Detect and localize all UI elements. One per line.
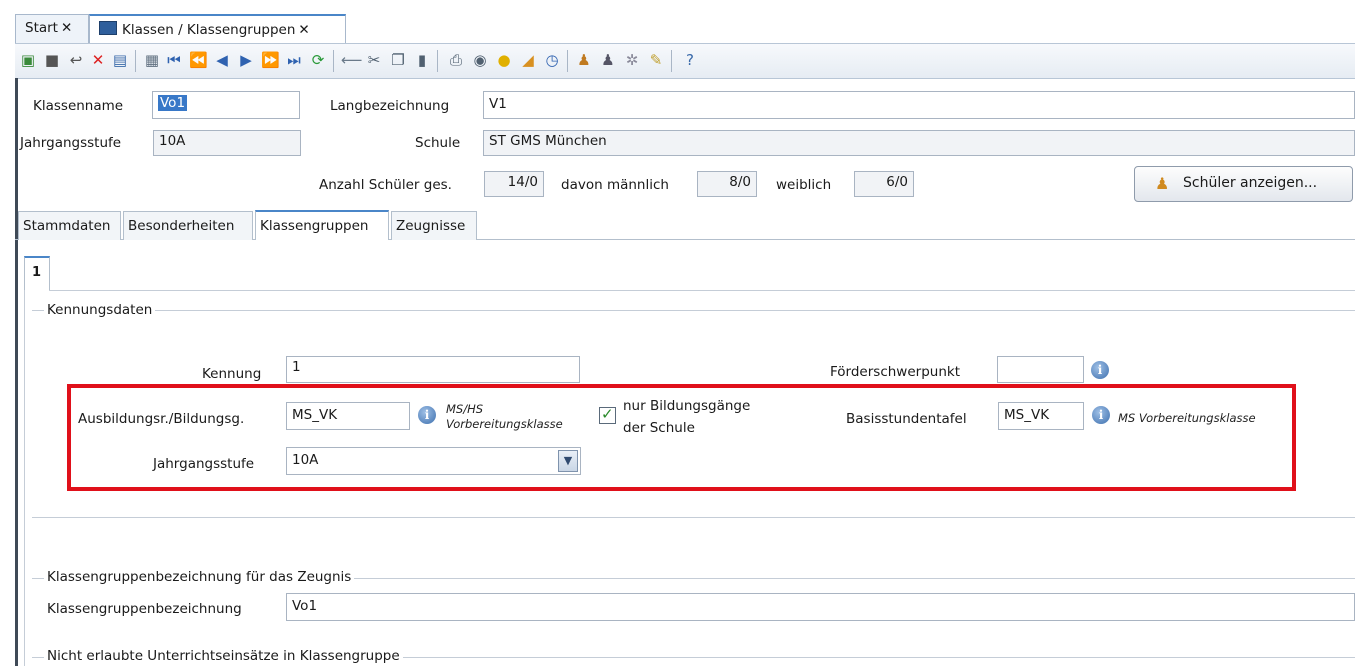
zeugnis-section-title: Klassengruppenbezeichnung für das Zeugni… — [44, 569, 355, 585]
maennlich-label: davon männlich — [561, 177, 669, 193]
jahrgang-label: Jahrgangsstufe — [153, 456, 255, 472]
group-left-border — [24, 290, 25, 666]
jahrgang-label: Jahrgangsstufe — [20, 135, 122, 151]
close-icon[interactable]: ✕ — [298, 22, 309, 38]
foerder-field[interactable] — [997, 356, 1084, 383]
klassenname-value: Vo1 — [158, 95, 188, 111]
weiblich-label: weiblich — [776, 177, 832, 193]
ausbildung-note-line1: MS/HS — [446, 402, 484, 416]
tab-start[interactable]: Start ✕ — [15, 14, 89, 43]
schule-label: Schule — [415, 135, 461, 151]
weiblich-field: 6/0 — [854, 171, 914, 197]
cut-icon[interactable]: ✂ — [365, 51, 383, 69]
close-icon[interactable]: ✕ — [61, 20, 72, 36]
anzahl-label: Anzahl Schüler ges. — [319, 177, 452, 193]
nicht-erlaubt-section-title: Nicht erlaubte Unterrichtseinsätze in Kl… — [44, 648, 403, 664]
fast-forward-icon[interactable]: ⏩ — [261, 51, 280, 69]
next-icon[interactable]: ▶ — [237, 51, 255, 69]
tab-klassengruppen[interactable]: Klassengruppen — [255, 210, 389, 240]
schueler-anzeigen-button[interactable]: ♟ Schüler anzeigen... — [1134, 166, 1353, 202]
ausbildung-field[interactable]: MS_VK — [286, 402, 410, 430]
last-icon[interactable]: ⏭ — [285, 51, 303, 69]
tab-zeugnisse[interactable]: Zeugnisse — [391, 211, 477, 240]
foerder-label: Förderschwerpunkt — [830, 364, 960, 380]
langbez-label: Langbezeichnung — [330, 98, 450, 114]
first-icon[interactable]: ⏮ — [165, 51, 183, 69]
kennung-field[interactable]: 1 — [286, 356, 580, 383]
users-icon: ♟ — [1155, 174, 1170, 193]
copy-record-icon[interactable]: ▦ — [143, 51, 161, 69]
tab-besonderheiten[interactable]: Besonderheiten — [123, 211, 253, 240]
fast-back-icon[interactable]: ⏪ — [189, 51, 208, 69]
window-icon — [99, 21, 117, 35]
kennung-label: Kennung — [202, 366, 262, 382]
ausbildung-note-line2: Vorbereitungsklasse — [446, 417, 563, 431]
group-tab-line — [49, 290, 1355, 291]
lightbulb-icon[interactable]: ● — [495, 51, 513, 69]
tab-klassen[interactable]: Klassen / Klassengruppen ✕ — [89, 14, 346, 43]
info-icon[interactable]: i — [418, 406, 436, 424]
zeugnis-label: Klassengruppenbezeichnung — [47, 601, 242, 617]
basis-note: MS Vorbereitungsklasse — [1118, 411, 1256, 425]
properties-icon[interactable]: ▤ — [111, 51, 129, 69]
settings-icon[interactable]: ✲ — [623, 51, 641, 69]
tab-start-label: Start — [25, 20, 58, 36]
prev-icon[interactable]: ◀ — [213, 51, 231, 69]
new-icon[interactable]: ▣ — [19, 51, 37, 69]
eraser-icon[interactable]: ◢ — [519, 51, 537, 69]
info-icon[interactable]: i — [1092, 406, 1110, 424]
undo-icon[interactable]: ↩ — [67, 51, 85, 69]
checkmark-icon: ✓ — [601, 405, 614, 423]
copy-icon[interactable]: ❐ — [389, 51, 407, 69]
delete-icon[interactable]: ✕ — [89, 51, 107, 69]
kennung-section-title: Kennungsdaten — [44, 302, 156, 318]
user-group-icon[interactable]: ♟ — [599, 51, 617, 69]
checkbox-label-line2: der Schule — [623, 420, 695, 436]
tab-stammdaten[interactable]: Stammdaten — [18, 211, 121, 240]
schueler-anzeigen-label: Schüler anzeigen... — [1183, 175, 1318, 191]
toolbar: ▣ ■ ↩ ✕ ▤ ▦ ⏮ ⏪ ◀ ▶ ⏩ ⏭ ⟳ ⟵ ✂ ❐ ▮ ⎙ ◉ ● … — [15, 43, 1355, 79]
save-icon[interactable]: ■ — [43, 51, 61, 69]
kennung-divider — [32, 310, 1355, 311]
group-tab-1[interactable]: 1 — [24, 256, 50, 290]
anzahl-field: 14/0 — [484, 171, 544, 197]
basis-field[interactable]: MS_VK — [998, 402, 1084, 430]
tab-klassen-label: Klassen / Klassengruppen — [122, 22, 296, 38]
timer-icon[interactable]: ◷ — [543, 51, 561, 69]
paste-icon[interactable]: ▮ — [413, 51, 431, 69]
ausbildung-label: Ausbildungsr./Bildungsg. — [78, 411, 245, 427]
langbez-field[interactable]: V1 — [483, 91, 1355, 119]
chevron-down-icon[interactable]: ▼ — [558, 450, 578, 472]
klassenname-field[interactable]: Vo1 — [152, 91, 300, 119]
back-arrow-icon[interactable]: ⟵ — [341, 51, 363, 69]
jahrgang-select-value: 10A — [292, 452, 319, 468]
zeugnis-field[interactable]: Vo1 — [286, 593, 1355, 621]
basis-label: Basisstundentafel — [846, 411, 967, 427]
jahrgang-field[interactable]: 10A — [153, 130, 301, 156]
left-border — [15, 78, 18, 666]
print-icon[interactable]: ⎙ — [447, 51, 465, 69]
users-icon[interactable]: ♟ — [575, 51, 593, 69]
schule-field[interactable]: ST GMS München — [483, 130, 1355, 156]
refresh-icon[interactable]: ⟳ — [309, 51, 327, 69]
preview-icon[interactable]: ◉ — [471, 51, 489, 69]
jahrgang-select[interactable]: 10A ▼ — [286, 447, 581, 475]
checkbox-label-line1: nur Bildungsgänge — [623, 398, 751, 414]
bildungsgaenge-checkbox[interactable]: ✓ — [599, 405, 616, 424]
maennlich-field: 8/0 — [697, 171, 757, 197]
klassenname-label: Klassenname — [33, 98, 124, 114]
section-divider — [32, 517, 1355, 518]
info-icon[interactable]: i — [1091, 361, 1109, 379]
edit-icon[interactable]: ✎ — [647, 51, 665, 69]
help-icon[interactable]: ? — [681, 51, 699, 69]
